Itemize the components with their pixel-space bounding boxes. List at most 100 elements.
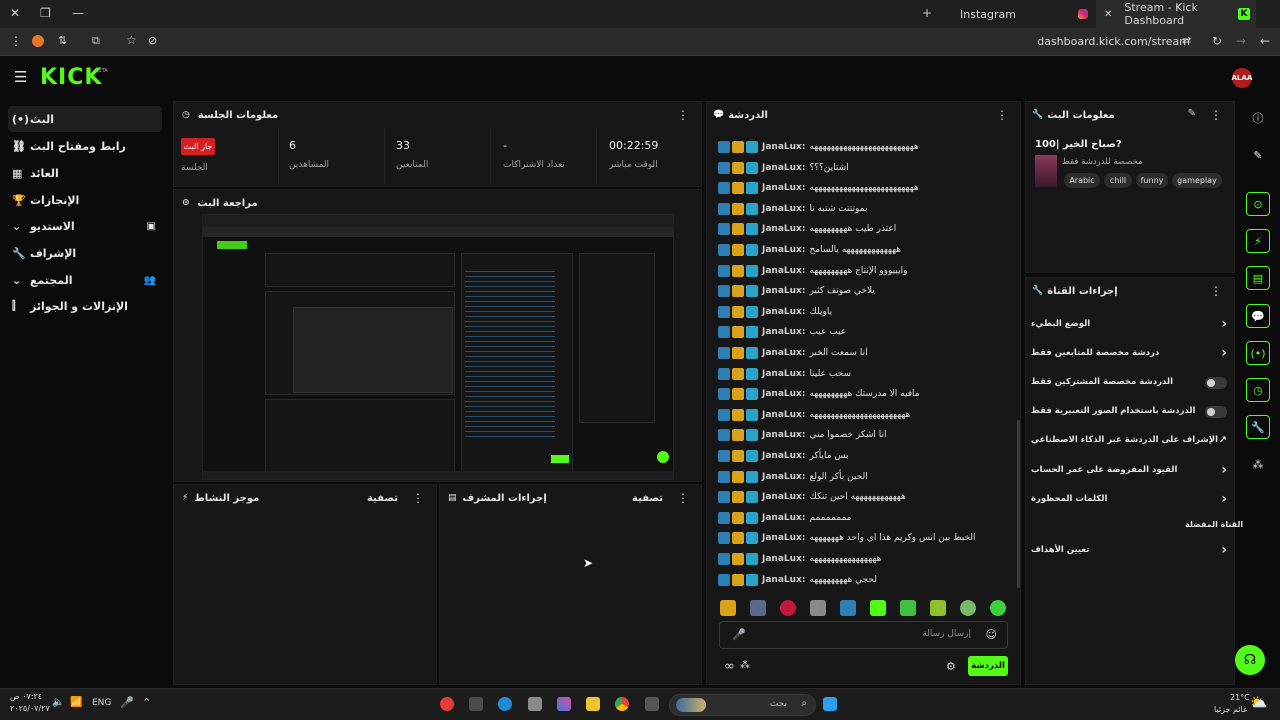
chat-username[interactable]: JanaLux: <box>762 266 805 276</box>
chat-username[interactable]: JanaLux: <box>762 224 805 234</box>
chat-message[interactable]: JanaLux: انا سمعت الخبر <box>718 344 868 362</box>
chat-message[interactable]: JanaLux: الخبط بين انس وكريم هذا اي واحد … <box>718 529 976 547</box>
sidebar-item-stream[interactable]: (•) البث <box>8 106 162 132</box>
sidebar-item-drops[interactable]: ⫿ الإنزالات و الجوائز <box>8 293 162 319</box>
emote[interactable] <box>990 600 1006 616</box>
microphone-icon[interactable]: 🎤 <box>120 696 134 709</box>
kick-logo[interactable]: KICK <box>40 65 102 90</box>
weather-temp[interactable]: 21°C <box>1230 693 1250 702</box>
chat-input[interactable]: 🎤 إرسال رسالة ☺ <box>719 621 1008 649</box>
chat-message[interactable]: JanaLux: انا اشكر خصموا مني <box>718 426 887 444</box>
show-hidden-icons-chevron-up-icon[interactable]: ⌃ <box>142 696 151 709</box>
hamburger-menu-icon[interactable]: ☰ <box>14 68 27 86</box>
edit-pencil-icon[interactable]: ✎ <box>1246 143 1270 167</box>
microphone-icon[interactable]: 🎤 <box>732 628 746 641</box>
account-age-row[interactable]: القيود المفروضة على عمر الحساب › <box>1031 461 1227 481</box>
edge-icon[interactable] <box>498 697 512 711</box>
wifi-icon[interactable]: 📶 <box>70 697 82 708</box>
chat-username[interactable]: JanaLux: <box>762 533 805 543</box>
sidebar-item-achievements[interactable]: 🏆 الإنجازات <box>8 187 162 213</box>
sidebar-item-revenue[interactable]: ▦ العائد <box>8 160 162 186</box>
chat-message[interactable]: JanaLux: مممممممم <box>718 509 851 527</box>
taskview-icon[interactable] <box>645 697 659 711</box>
profile-icon[interactable] <box>32 35 44 47</box>
chrome-icon[interactable] <box>615 697 629 711</box>
file-explorer-icon[interactable] <box>586 697 600 711</box>
chat-message[interactable]: JanaLux: هههههههههههههههههههههههههه <box>718 179 919 197</box>
emote[interactable] <box>750 600 766 616</box>
minimize-window-icon[interactable]: — <box>72 6 84 20</box>
tag-chip[interactable]: funny <box>1136 173 1168 188</box>
chat-message[interactable]: JanaLux: هههههههههههههههههههههههه <box>718 406 910 424</box>
chat-settings-gear-icon[interactable]: ⚙ <box>946 660 956 673</box>
clock-time[interactable]: ٠٧:٢٤ ص <box>10 692 42 701</box>
chat-message[interactable]: JanaLux: الحين بأكر الولع <box>718 468 868 486</box>
chat-message[interactable]: JanaLux: ههههههههههههه احين تنكك <box>718 488 906 506</box>
translate-icon[interactable]: ⇅ <box>58 34 67 47</box>
tracking-off-icon[interactable]: ⊘ <box>148 34 157 47</box>
chat-toggle-icon[interactable]: 💬 <box>1246 304 1270 328</box>
subscribers-only-toggle[interactable] <box>1205 377 1227 389</box>
copilot-icon[interactable] <box>557 697 571 711</box>
emote[interactable] <box>810 600 826 616</box>
preview-toggle-icon[interactable]: ⊙ <box>1246 192 1270 216</box>
restore-window-icon[interactable]: ❐ <box>40 6 51 20</box>
chat-message[interactable]: JanaLux: بموتتتت شتبه نا <box>718 200 867 218</box>
emote[interactable] <box>900 600 916 616</box>
store-icon[interactable] <box>469 697 483 711</box>
sidebar-item-stream-key[interactable]: ⛓ رابط ومفتاح البث <box>8 133 162 159</box>
chat-username[interactable]: JanaLux: <box>762 451 805 461</box>
reload-icon[interactable]: ↻ <box>1212 34 1222 48</box>
stream-preview-video[interactable] <box>202 214 674 480</box>
windows-start-icon[interactable] <box>823 697 837 711</box>
chat-username[interactable]: JanaLux: <box>762 492 805 502</box>
chat-message[interactable]: JanaLux: هههههههههههههههههههههههههه <box>718 138 919 156</box>
chat-username[interactable]: JanaLux: <box>762 389 805 399</box>
chat-username[interactable]: JanaLux: <box>762 204 805 214</box>
more-options-icon[interactable]: ⋮ <box>1210 108 1222 122</box>
weather-desc[interactable]: غائم جزئيا <box>1214 705 1247 714</box>
chat-username[interactable]: JanaLux: <box>762 327 805 337</box>
set-goals-row[interactable]: تعيين الأهداف › <box>1031 541 1227 561</box>
tab-instagram[interactable]: Instagram <box>946 0 1096 28</box>
chat-message[interactable]: JanaLux: اعتذر طيب هههههههههه <box>718 220 896 238</box>
chat-username[interactable]: JanaLux: <box>762 369 805 379</box>
menu-icon[interactable]: ⋮ <box>10 34 22 48</box>
tag-chip[interactable]: Arabic <box>1064 173 1100 188</box>
activity-toggle-icon[interactable]: ⚡ <box>1246 229 1270 253</box>
chat-username[interactable]: JanaLux: <box>762 410 805 420</box>
edit-pencil-icon[interactable]: ✎ <box>1188 108 1196 119</box>
close-window-icon[interactable]: ✕ <box>10 6 20 20</box>
session-toggle-icon[interactable]: ◷ <box>1246 378 1270 402</box>
taskbar-search[interactable]: بحث ⌕ <box>669 694 816 716</box>
sidebar-item-studio[interactable]: ⌄ الاستديو ▣ <box>8 213 162 239</box>
site-settings-icon[interactable]: ⇄ <box>1182 34 1191 47</box>
ai-moderation-row[interactable]: الإشراف على الدردشة عبر الذكاء الاصطناعي… <box>1031 431 1227 451</box>
chat-message[interactable]: JanaLux: يلاخي صوتف كثير <box>718 282 875 300</box>
filter-button[interactable]: تصفية <box>367 493 398 504</box>
chat-scrollbar[interactable] <box>1017 420 1020 588</box>
chat-message[interactable]: JanaLux: بس مايأكر <box>718 447 848 465</box>
sidebar-item-moderation[interactable]: 🔧 الإشراف <box>8 240 162 266</box>
chat-message[interactable]: JanaLux: هههههههههههههه يالسامح <box>718 241 901 259</box>
tag-chip[interactable]: chill <box>1104 173 1132 188</box>
broadcast-toggle-icon[interactable]: (•) <box>1246 341 1270 365</box>
tag-chip[interactable]: gameplay <box>1172 173 1222 188</box>
clock-date[interactable]: ٢٠٢٥/٠٧/٢٧ <box>10 704 50 713</box>
extensions-icon[interactable]: ⧉ <box>92 34 100 48</box>
chat-message[interactable]: JanaLux: عيب عيب <box>718 323 846 341</box>
chat-username[interactable]: JanaLux: <box>762 472 805 482</box>
banned-words-row[interactable]: الكلمات المحظورة › <box>1031 490 1227 510</box>
chat-username[interactable]: JanaLux: <box>762 575 805 585</box>
emote[interactable] <box>930 600 946 616</box>
emote[interactable] <box>870 600 886 616</box>
volume-icon[interactable]: 🔈 <box>52 697 64 708</box>
more-options-icon[interactable]: ⋮ <box>677 491 689 505</box>
tools-toggle-icon[interactable]: 🔧 <box>1246 415 1270 439</box>
sidebar-item-community[interactable]: ⌄ المجتمع 👥 <box>8 267 162 293</box>
emote[interactable] <box>780 600 796 616</box>
modlog-toggle-icon[interactable]: ▤ <box>1246 266 1270 290</box>
new-tab-button[interactable]: + <box>922 6 932 20</box>
more-options-icon[interactable]: ⋮ <box>412 491 424 505</box>
app-icon[interactable] <box>528 697 542 711</box>
